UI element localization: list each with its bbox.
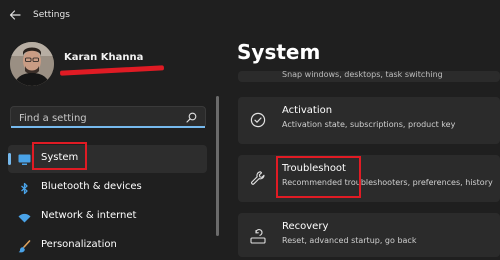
search-icon[interactable]	[186, 112, 197, 123]
annotation-underline	[59, 65, 165, 76]
check-circle-icon	[250, 112, 266, 128]
card-title: Activation	[282, 105, 333, 116]
sidebar-item-label: Network & internet	[41, 210, 137, 221]
recovery-drive-icon	[250, 229, 266, 244]
search-box[interactable]	[10, 106, 206, 128]
brush-icon	[18, 240, 31, 253]
annotation-highlight-system	[32, 142, 87, 170]
card-description: Activation state, subscriptions, product…	[282, 120, 456, 129]
wrench-icon	[251, 171, 265, 185]
title-bar: Settings	[0, 0, 500, 30]
settings-card-activation[interactable]: Activation Activation state, subscriptio…	[238, 97, 500, 144]
sidebar-scrollbar[interactable]	[216, 96, 219, 236]
sidebar-item-network-internet[interactable]: Network & internet	[8, 203, 207, 231]
sidebar-item-personalization[interactable]: Personalization	[8, 232, 207, 260]
back-arrow-icon[interactable]	[9, 9, 21, 21]
card-description: Reset, advanced startup, go back	[282, 236, 417, 245]
annotation-highlight-troubleshoot	[276, 156, 361, 198]
monitor-icon	[18, 154, 31, 165]
card-title: Recovery	[282, 221, 329, 232]
card-description: Snap windows, desktops, task switching	[282, 71, 443, 79]
search-focus-underline	[11, 126, 205, 128]
user-name: Karan Khanna	[64, 52, 144, 63]
active-indicator	[8, 153, 11, 165]
sidebar-item-label: Personalization	[41, 239, 117, 250]
sidebar-item-label: Bluetooth & devices	[41, 181, 142, 192]
settings-card-recovery[interactable]: Recovery Reset, advanced startup, go bac…	[238, 213, 500, 257]
wifi-icon	[18, 213, 31, 223]
settings-card-multitasking[interactable]: Snap windows, desktops, task switching	[238, 71, 500, 82]
page-title: System	[237, 40, 321, 64]
user-photo	[10, 42, 54, 86]
search-input[interactable]	[17, 110, 181, 126]
sidebar-item-bluetooth-devices[interactable]: Bluetooth & devices	[8, 174, 207, 202]
avatar[interactable]	[10, 42, 54, 86]
app-title: Settings	[33, 10, 70, 20]
bluetooth-icon	[21, 182, 28, 195]
